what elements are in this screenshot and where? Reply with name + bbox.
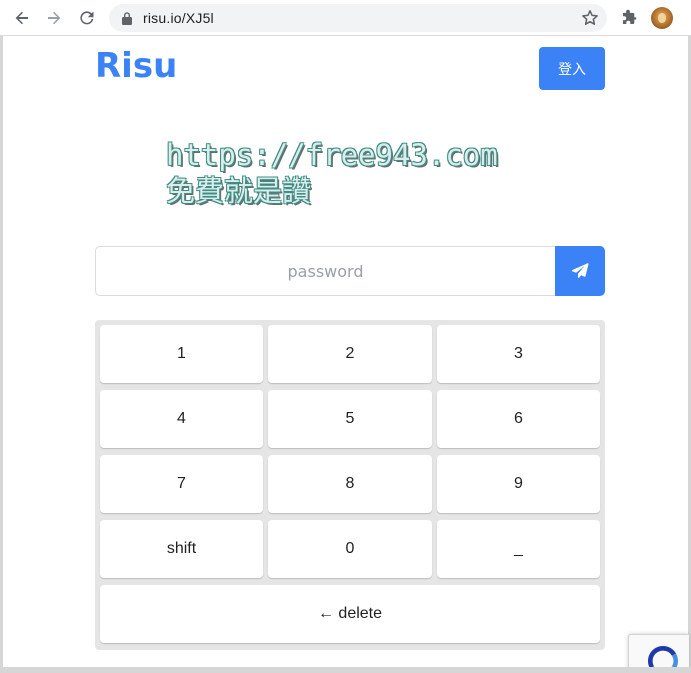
forward-button[interactable]	[42, 6, 66, 30]
reload-icon	[80, 11, 94, 25]
brand-logo[interactable]: Risu	[95, 46, 177, 86]
key-underscore[interactable]: _	[437, 520, 600, 578]
paper-plane-icon	[571, 263, 589, 278]
watermark-line-2: 免費就是讚	[166, 174, 312, 208]
keypad: 1 2 3 4 5 6 7 8 9 shift 0 _ ← delete	[95, 320, 605, 650]
key-shift[interactable]: shift	[100, 520, 263, 578]
login-button[interactable]: 登入	[539, 47, 605, 90]
key-5[interactable]: 5	[268, 390, 432, 448]
password-group	[95, 246, 605, 296]
browser-window: risu.io/XJ5l Risu 登入 https://free943.com…	[0, 0, 691, 673]
key-8[interactable]: 8	[268, 455, 432, 513]
arrow-right-icon	[48, 11, 61, 25]
key-0[interactable]: 0	[268, 520, 432, 578]
reload-button[interactable]	[75, 6, 99, 30]
password-input[interactable]	[95, 246, 555, 296]
key-7[interactable]: 7	[100, 455, 263, 513]
lock-icon	[122, 12, 132, 25]
browser-toolbar: risu.io/XJ5l	[0, 0, 691, 36]
key-4[interactable]: 4	[100, 390, 263, 448]
address-bar[interactable]: risu.io/XJ5l	[109, 4, 607, 32]
avatar-face	[658, 13, 666, 23]
watermark-line-1: https://free943.com	[166, 138, 498, 172]
key-1[interactable]: 1	[100, 325, 263, 383]
avatar[interactable]	[651, 7, 673, 29]
send-button[interactable]	[555, 246, 605, 296]
key-2[interactable]: 2	[268, 325, 432, 383]
watermark: https://free943.com 免費就是讚	[166, 137, 498, 209]
key-6[interactable]: 6	[437, 390, 600, 448]
extensions-button[interactable]	[618, 6, 642, 30]
back-button[interactable]	[10, 6, 34, 30]
arrow-left-icon	[15, 11, 28, 25]
key-3[interactable]: 3	[437, 325, 600, 383]
window-frame-bottom	[0, 667, 691, 673]
key-9[interactable]: 9	[437, 455, 600, 513]
url-text: risu.io/XJ5l	[143, 10, 214, 26]
star-icon[interactable]	[581, 9, 599, 27]
page-content: Risu 登入 https://free943.com 免費就是讚 1 2 3 …	[3, 37, 688, 667]
delete-button[interactable]: ← delete	[100, 585, 600, 643]
puzzle-icon	[623, 9, 637, 24]
